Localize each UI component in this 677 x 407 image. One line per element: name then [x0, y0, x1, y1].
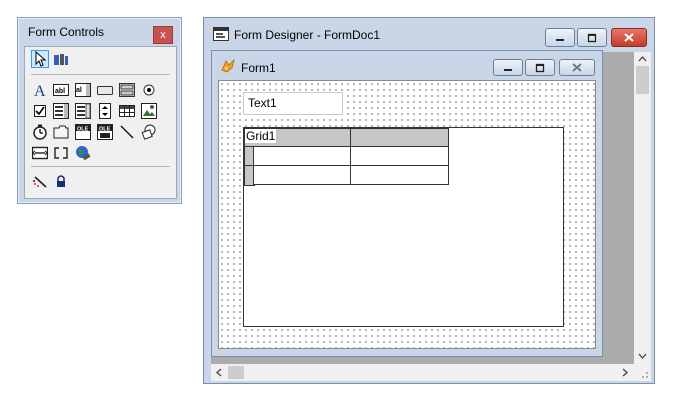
- textbox-icon: abl: [53, 84, 69, 96]
- horizontal-scrollbar[interactable]: [211, 364, 634, 381]
- timer-tool[interactable]: [31, 123, 49, 141]
- grid-cell: [350, 146, 449, 166]
- editbox-tool[interactable]: al: [74, 81, 92, 99]
- close-icon: [624, 33, 634, 42]
- combobox-tool[interactable]: [52, 102, 70, 120]
- checkbox-tool[interactable]: [31, 102, 49, 120]
- builder-tool[interactable]: [31, 172, 49, 190]
- spinner-icon: [99, 103, 111, 119]
- restore-icon: [535, 63, 545, 72]
- oleboundcontrol-tool[interactable]: OLE: [74, 123, 92, 141]
- ole-bound-icon: OLE: [97, 124, 113, 140]
- line-tool[interactable]: [118, 123, 136, 141]
- grid-header-cell: [350, 128, 449, 147]
- lock-icon: [57, 175, 65, 187]
- timer-icon: [33, 124, 47, 140]
- container-tool[interactable]: [31, 144, 49, 162]
- pageframe-tool[interactable]: [52, 123, 70, 141]
- scroll-up-icon[interactable]: [638, 56, 647, 62]
- minimize-icon: [556, 38, 564, 41]
- grid1-label: Grid1: [245, 129, 277, 143]
- checkbox-icon: [34, 105, 46, 117]
- builder-lock-tool[interactable]: [52, 51, 70, 69]
- vertical-scroll-thumb[interactable]: [636, 66, 649, 94]
- separator-tool[interactable]: [52, 144, 70, 162]
- size-grip[interactable]: [634, 364, 651, 381]
- designer-close-button[interactable]: [611, 28, 647, 47]
- combobox-icon: [53, 103, 69, 119]
- svg-text:al: al: [76, 87, 82, 94]
- grid-cell: [253, 165, 352, 185]
- label-tool[interactable]: A: [31, 81, 49, 99]
- toolbox-close-button[interactable]: x: [153, 26, 173, 44]
- commandgroup-tool[interactable]: [118, 81, 136, 99]
- toolbox-separator: [31, 166, 170, 167]
- ole-container-icon: OLE: [75, 124, 91, 140]
- designer-maximize-button[interactable]: [577, 28, 607, 47]
- form1-maximize-button[interactable]: [525, 59, 555, 76]
- svg-text:OLE: OLE: [99, 127, 111, 133]
- form1-close-button[interactable]: [559, 59, 595, 76]
- pageframe-icon: [53, 125, 69, 139]
- scroll-right-icon[interactable]: [622, 368, 628, 377]
- commandgroup-icon: [119, 83, 135, 97]
- line-icon: [120, 125, 134, 139]
- wand-icon: [33, 176, 47, 188]
- toolbox-title-bar[interactable]: Form Controls x: [18, 18, 181, 46]
- form-designer-icon: [213, 27, 229, 41]
- close-icon: [572, 63, 582, 72]
- form-controls-toolbox: Form Controls x A abl al OLE OLE: [17, 17, 182, 204]
- text1-control[interactable]: Text1: [243, 92, 343, 115]
- container-icon: [32, 146, 48, 160]
- commandbutton-icon: [97, 86, 113, 95]
- size-grip-icon: [642, 372, 648, 378]
- commandbutton-tool[interactable]: [96, 81, 114, 99]
- grid-icon: [119, 105, 135, 117]
- listbox-tool[interactable]: [74, 102, 92, 120]
- label-a-icon: A: [34, 83, 46, 98]
- designer-title: Form Designer - FormDoc1: [234, 28, 381, 42]
- pointer-tool[interactable]: [31, 50, 49, 68]
- separator-icon: [54, 147, 68, 159]
- shape-tool[interactable]: [140, 123, 158, 141]
- image-tool[interactable]: [140, 102, 158, 120]
- toolbox-body: A abl al OLE OLE: [24, 46, 177, 199]
- grid1-control[interactable]: Grid1: [243, 127, 564, 327]
- optiongroup-tool[interactable]: [140, 81, 158, 99]
- toolbox-separator: [31, 74, 170, 75]
- spinner-tool[interactable]: [96, 102, 114, 120]
- toolbox-title: Form Controls: [28, 25, 105, 39]
- optionbutton-icon: [143, 84, 155, 96]
- textbox-tool[interactable]: abl: [52, 81, 70, 99]
- form1-minimize-button[interactable]: [493, 59, 523, 76]
- svg-text:abl: abl: [55, 88, 65, 95]
- horizontal-scroll-thumb[interactable]: [228, 366, 244, 379]
- form-fox-icon: [221, 58, 235, 73]
- svg-text:OLE: OLE: [77, 127, 89, 133]
- builder-lock-icon: [54, 54, 68, 65]
- svg-text:A: A: [34, 83, 46, 98]
- shape-icon: [141, 124, 156, 140]
- text1-label: Text1: [248, 96, 277, 110]
- scroll-down-icon[interactable]: [638, 353, 647, 359]
- editbox-icon: al: [75, 83, 91, 97]
- image-icon: [141, 103, 157, 119]
- scroll-left-icon[interactable]: [216, 368, 222, 377]
- hyperlink-globe-icon: [76, 146, 91, 161]
- grid-tool[interactable]: [118, 102, 136, 120]
- pointer-icon: [35, 51, 47, 67]
- olecontainer-tool[interactable]: OLE: [96, 123, 114, 141]
- form1-title: Form1: [241, 61, 276, 75]
- vertical-scrollbar[interactable]: [634, 52, 651, 364]
- lock-tool[interactable]: [52, 172, 70, 190]
- designer-minimize-button[interactable]: [545, 28, 575, 47]
- restore-icon: [587, 33, 597, 42]
- listbox-icon: [75, 103, 91, 119]
- minimize-icon: [504, 68, 512, 71]
- grid-cell: [350, 165, 449, 185]
- hyperlink-tool[interactable]: [74, 144, 92, 162]
- grid-cell: [253, 146, 352, 166]
